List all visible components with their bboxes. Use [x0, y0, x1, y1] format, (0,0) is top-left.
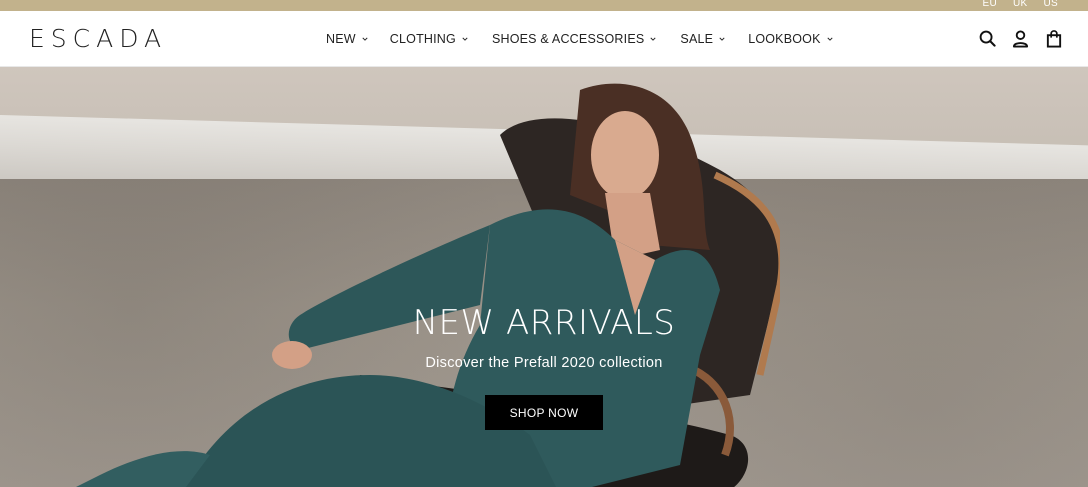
- nav-item-clothing[interactable]: CLOTHING: [390, 32, 468, 46]
- chevron-down-icon: [719, 37, 725, 41]
- hero-banner[interactable]: NEW ARRIVALS Discover the Prefall 2020 c…: [0, 67, 1088, 487]
- chevron-down-icon: [362, 37, 368, 41]
- nav-item-label: SHOES & ACCESSORIES: [491, 32, 645, 46]
- region-switcher: EU UK US: [983, 0, 1059, 10]
- nav-item-label: SALE: [680, 32, 714, 46]
- chevron-down-icon: [827, 37, 833, 41]
- account-button[interactable]: [1011, 29, 1030, 48]
- header-actions: [978, 29, 1063, 48]
- cart-button[interactable]: [1044, 29, 1063, 48]
- account-icon: [1012, 30, 1029, 47]
- region-bar: EU UK US: [0, 0, 1088, 11]
- site-header: ESCADA NEW CLOTHING SHOES & ACCESSORIES …: [0, 11, 1088, 67]
- hero-model-image: [76, 83, 780, 487]
- nav-item-label: CLOTHING: [389, 32, 456, 46]
- nav-item-shoes-accessories[interactable]: SHOES & ACCESSORIES: [492, 32, 656, 46]
- region-link-eu[interactable]: EU: [983, 0, 998, 10]
- search-icon: [979, 30, 996, 47]
- region-link-us[interactable]: US: [1044, 0, 1059, 10]
- region-link-uk[interactable]: UK: [1013, 0, 1028, 10]
- brand-logo[interactable]: ESCADA: [29, 25, 167, 53]
- main-nav: NEW CLOTHING SHOES & ACCESSORIES SALE LO…: [326, 32, 833, 46]
- nav-item-sale[interactable]: SALE: [680, 32, 725, 46]
- hero-subtitle: Discover the Prefall 2020 collection: [425, 355, 663, 371]
- search-button[interactable]: [978, 29, 997, 48]
- nav-item-label: NEW: [326, 32, 356, 46]
- nav-item-new[interactable]: NEW: [326, 32, 368, 46]
- nav-item-label: LOOKBOOK: [748, 32, 821, 46]
- hero-title: NEW ARRIVALS: [412, 303, 676, 343]
- chevron-down-icon: [650, 37, 656, 41]
- nav-item-lookbook[interactable]: LOOKBOOK: [748, 32, 833, 46]
- chevron-down-icon: [462, 37, 468, 41]
- shop-now-button[interactable]: SHOP NOW: [485, 395, 603, 430]
- shopping-bag-icon: [1046, 29, 1061, 48]
